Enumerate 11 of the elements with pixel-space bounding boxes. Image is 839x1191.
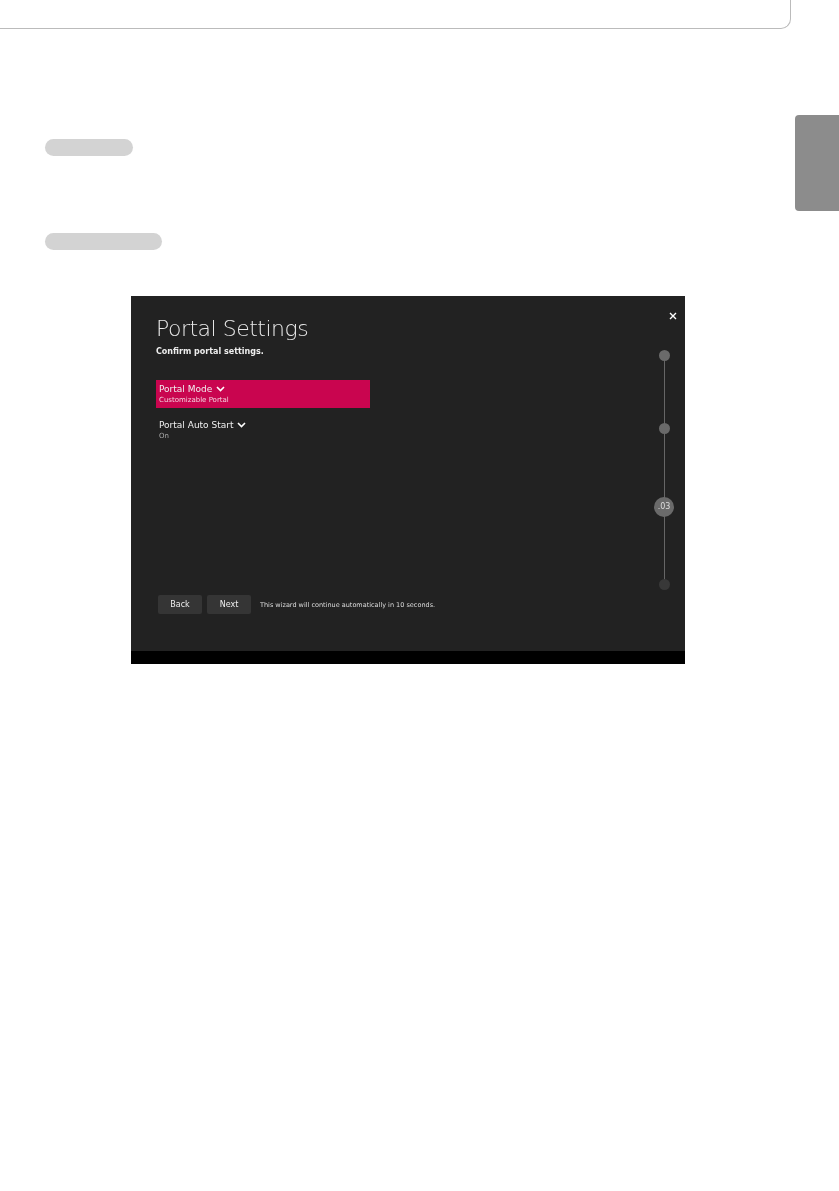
chevron-down-icon xyxy=(237,422,247,428)
step-dot: .03 xyxy=(654,496,674,517)
wizard-button[interactable]: Back xyxy=(158,595,202,614)
wizard-button[interactable]: Next xyxy=(207,595,251,614)
setting-label: Portal Auto Start xyxy=(159,420,234,430)
close-button[interactable] xyxy=(669,310,677,322)
subtitle: Confirm portal settings. xyxy=(156,347,265,356)
setting-label: Portal Mode xyxy=(159,384,213,394)
chevron-down-icon xyxy=(216,386,226,392)
close-icon xyxy=(669,312,677,320)
screen-title: Portal Settings xyxy=(156,316,310,341)
